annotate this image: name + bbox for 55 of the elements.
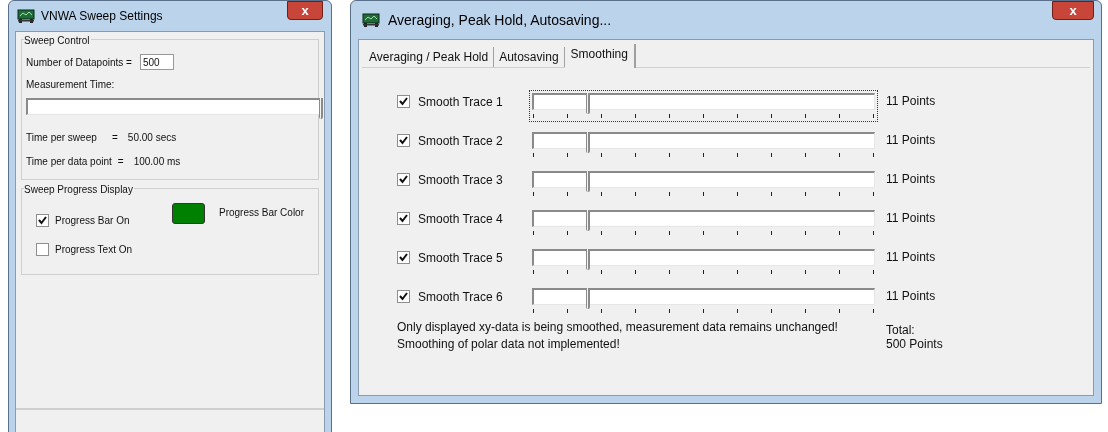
field-label: Measurement Time:: [26, 78, 116, 92]
slider-thumb[interactable]: [586, 132, 591, 153]
checkbox[interactable]: [397, 134, 410, 147]
slider-thumb[interactable]: [586, 249, 591, 270]
total-label: Total:: [886, 323, 916, 337]
checkbox-label: Smooth Trace 5: [418, 249, 503, 267]
points-reading: 11 Points: [886, 288, 936, 305]
checkbox[interactable]: [36, 214, 49, 227]
checkbox-label: Smooth Trace 2: [418, 132, 503, 150]
points-reading: 11 Points: [886, 93, 936, 110]
window-title: Averaging, Peak Hold, Autosaving...: [388, 10, 612, 30]
time-value: 100.00 ms: [133, 155, 181, 169]
group-label: Sweep Progress Display: [24, 182, 134, 197]
checkbox-label: Smooth Trace 4: [418, 210, 503, 228]
datapoints-field[interactable]: 500: [139, 54, 174, 70]
color-label: Progress Bar Color: [218, 206, 304, 220]
slider-thumb[interactable]: [319, 98, 323, 119]
slider-thumb[interactable]: [586, 288, 591, 309]
slider-thumb[interactable]: [586, 171, 591, 192]
note-text: Smoothing of polar data not implemented!: [397, 336, 621, 353]
slider[interactable]: [23, 95, 325, 119]
field-label: Number of Datapoints =: [26, 55, 132, 70]
points-reading: 11 Points: [886, 171, 936, 188]
close-button[interactable]: x: [1052, 1, 1094, 20]
slider-thumb[interactable]: [586, 210, 591, 231]
color-swatch[interactable]: [172, 203, 205, 224]
points-reading: 11 Points: [886, 210, 936, 227]
checkbox-label: Progress Text On: [55, 243, 133, 257]
app-icon: [17, 8, 35, 24]
tab[interactable]: Smoothing: [564, 44, 636, 68]
checkbox-label: Progress Bar On: [55, 214, 130, 228]
checkbox[interactable]: [397, 251, 410, 264]
checkbox[interactable]: [397, 290, 410, 303]
time-label: Time per data point: [26, 155, 112, 169]
checkbox[interactable]: [397, 95, 410, 108]
checkbox-label: Smooth Trace 6: [418, 288, 503, 306]
slider-thumb[interactable]: [586, 93, 591, 114]
checkbox[interactable]: [397, 212, 410, 225]
equals-sign: =: [117, 155, 124, 169]
points-reading: 11 Points: [886, 249, 936, 266]
checkbox-label: Smooth Trace 3: [418, 171, 503, 189]
time-value: 50.00 secs: [127, 131, 177, 145]
app-icon: [362, 12, 380, 28]
equals-sign: =: [112, 131, 118, 145]
checkbox[interactable]: [36, 243, 49, 256]
total-value: 500 Points: [886, 337, 943, 351]
window-title: VNWA Sweep Settings: [41, 8, 163, 25]
group-label: Sweep Control: [24, 33, 91, 48]
points-reading: 11 Points: [886, 132, 936, 149]
note-text: Only displayed xy-data is being smoothed, measurement data remains unchanged!: [397, 319, 839, 336]
checkbox[interactable]: [397, 173, 410, 186]
checkbox-label: Smooth Trace 1: [418, 93, 503, 111]
close-button[interactable]: x: [287, 1, 323, 20]
slider[interactable]: [529, 90, 878, 122]
time-label: Time per sweep: [26, 131, 98, 145]
